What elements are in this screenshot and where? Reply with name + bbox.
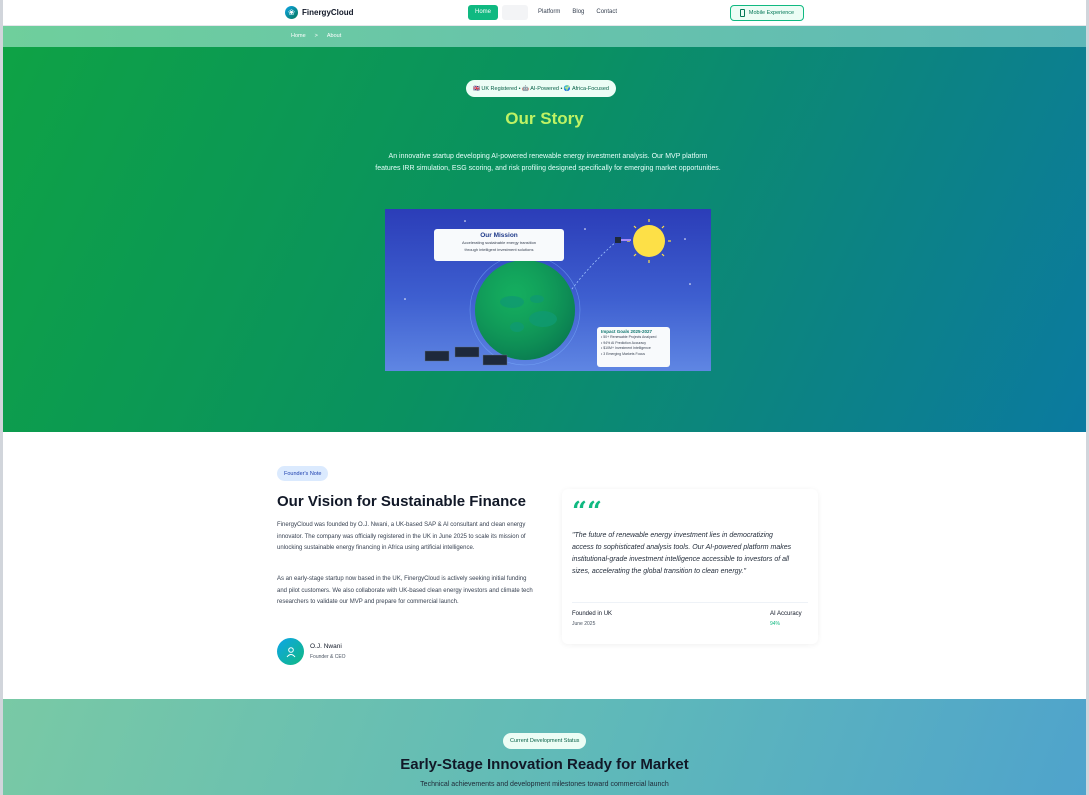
hero-badge: 🇬🇧 UK Registered • 🤖 AI-Powered • 🌍 Afri… xyxy=(466,80,616,97)
nav-link-home[interactable]: Home xyxy=(468,5,499,20)
user-icon xyxy=(286,646,295,657)
brand[interactable]: ❀ FinergyCloud xyxy=(285,6,354,19)
impact-goal-item: • 50+ Renewable Projects Analyzed xyxy=(601,335,657,339)
stat-accuracy-value: 94% xyxy=(770,621,781,627)
breadcrumb-separator-icon: > xyxy=(314,33,318,39)
founder-section: Founder's Note Our Vision for Sustainabl… xyxy=(3,432,1086,699)
leaf-icon: ❀ xyxy=(285,6,298,19)
stat-founded-label: Founded in UK xyxy=(572,611,613,617)
hero-title: Our Story xyxy=(505,109,584,128)
sun-icon xyxy=(633,225,665,257)
impact-goals-list: • 50+ Renewable Projects Analyzed • 94% … xyxy=(601,335,666,357)
hero-section: 🇬🇧 UK Registered • 🤖 AI-Powered • 🌍 Afri… xyxy=(3,47,1086,432)
brand-name: FinergyCloud xyxy=(302,8,354,17)
stat-founded-value: June 2025 xyxy=(572,621,596,627)
stat-accuracy-label: AI Accuracy xyxy=(770,611,802,617)
page: ❀ FinergyCloud Home Platform Blog Contac… xyxy=(0,0,1089,795)
hero-description-line2: features IRR simulation, ESG scoring, an… xyxy=(375,165,721,172)
impact-goals-card: Impact Goals 2025-2027 • 50+ Renewable P… xyxy=(597,327,670,367)
development-status-title: Early-Stage Innovation Ready for Market xyxy=(400,756,689,773)
nav-links: Home Platform Blog Contact xyxy=(468,5,623,20)
nav-link-contact[interactable]: Contact xyxy=(590,5,623,20)
mission-card: Our Mission Accelerating sustainable ene… xyxy=(434,229,564,261)
vision-paragraph-1: FinergyCloud was founded by O.J. Nwani, … xyxy=(277,522,526,551)
impact-goals-title: Impact Goals 2025-2027 xyxy=(601,329,653,334)
development-status-tag: Current Development Status xyxy=(503,733,587,749)
mission-illustration: Our Mission Accelerating sustainable ene… xyxy=(385,209,711,371)
quote-icon: ““ xyxy=(572,497,602,527)
mission-title: Our Mission xyxy=(480,232,518,239)
hero-description: An innovative startup developing AI-powe… xyxy=(347,151,749,175)
nav-link-blog[interactable]: Blog xyxy=(566,5,590,20)
breadcrumb: Home > About xyxy=(3,26,1086,47)
quote-card: ““ "The future of renewable energy inves… xyxy=(562,489,818,644)
quote-text: "The future of renewable energy investme… xyxy=(572,532,792,575)
mission-line2: through intelligent investment solutions xyxy=(464,247,534,252)
mission-line1: Accelerating sustainable energy transiti… xyxy=(461,240,537,245)
development-status-subtitle: Technical achievements and development m… xyxy=(420,781,669,788)
impact-goal-item: • 3 Emerging Markets Focus xyxy=(601,351,646,356)
founders-note-tag: Founder's Note xyxy=(277,466,329,481)
navbar: ❀ FinergyCloud Home Platform Blog Contac… xyxy=(3,0,1086,26)
nav-link-platform[interactable]: Platform xyxy=(532,5,566,20)
founder-role: Founder & CEO xyxy=(310,654,346,660)
hero-description-line1: An innovative startup developing AI-powe… xyxy=(388,153,708,160)
vision-paragraph-2: As an early-stage startup now based in t… xyxy=(277,576,533,605)
mobile-experience-label: Mobile Experience xyxy=(748,10,795,16)
breadcrumb-home[interactable]: Home xyxy=(291,33,306,39)
vision-title: Our Vision for Sustainable Finance xyxy=(277,493,526,510)
founder-name: O.J. Nwani xyxy=(310,643,342,650)
mobile-experience-button[interactable]: Mobile Experience xyxy=(730,5,804,21)
avatar xyxy=(277,638,304,665)
nav-link-placeholder[interactable] xyxy=(502,5,529,20)
mobile-phone-icon xyxy=(739,9,745,17)
development-status-section: Current Development Status Early-Stage I… xyxy=(3,699,1086,795)
breadcrumb-current: About xyxy=(326,33,342,39)
divider xyxy=(572,602,808,603)
